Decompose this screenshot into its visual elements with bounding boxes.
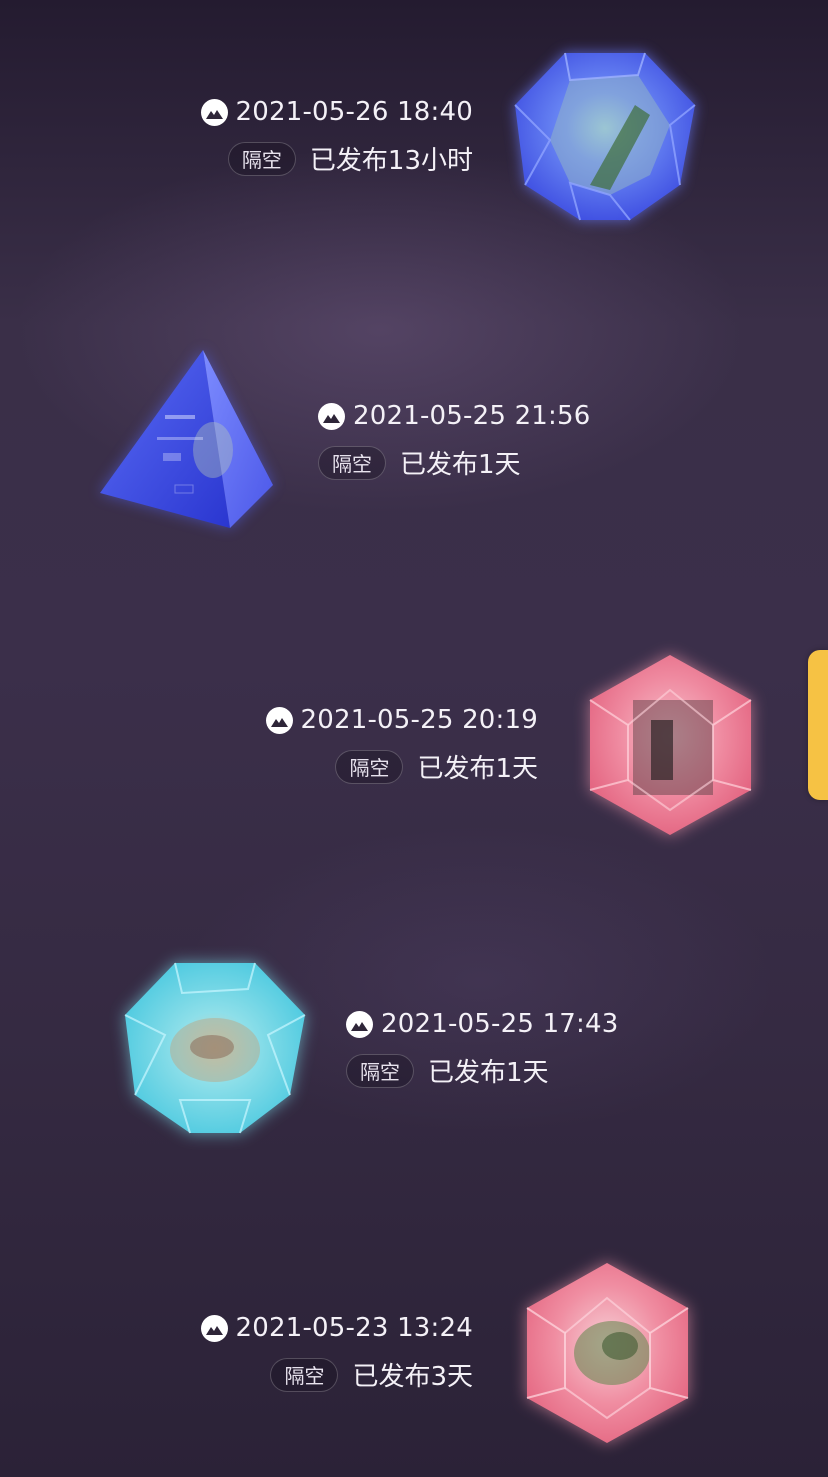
post-date-row: 2021-05-25 17:43 bbox=[346, 1006, 619, 1042]
post-entry-3[interactable]: 2021-05-25 20:19 隔空 已发布1天 bbox=[265, 702, 539, 785]
photo-icon bbox=[265, 706, 293, 734]
post-date: 2021-05-25 17:43 bbox=[381, 1009, 619, 1039]
photo-icon bbox=[318, 402, 345, 430]
post-meta-row: 隔空 已发布13小时 bbox=[227, 140, 473, 177]
post-entry-1[interactable]: 2021-05-26 18:40 隔空 已发布13小时 bbox=[200, 94, 474, 177]
post-meta-row: 隔空 已发布1天 bbox=[335, 748, 538, 785]
post-meta-row: 隔空 已发布1天 bbox=[346, 1052, 549, 1089]
post-date: 2021-05-25 20:19 bbox=[300, 705, 538, 735]
post-status: 已发布1天 bbox=[400, 450, 521, 480]
cyan-dodecahedron-crystal[interactable] bbox=[120, 955, 310, 1140]
post-status: 已发布3天 bbox=[352, 1362, 473, 1392]
post-date-row: 2021-05-23 13:24 bbox=[200, 1310, 474, 1346]
blue-pyramid-crystal[interactable] bbox=[95, 345, 280, 535]
side-drawer-handle[interactable] bbox=[808, 650, 828, 800]
post-tag: 隔空 bbox=[270, 1357, 339, 1392]
pink-hexagon-crystal[interactable] bbox=[520, 1258, 695, 1448]
post-meta-row: 隔空 已发布3天 bbox=[270, 1356, 473, 1393]
post-entry-5[interactable]: 2021-05-23 13:24 隔空 已发布3天 bbox=[200, 1310, 474, 1393]
photo-icon bbox=[200, 98, 228, 126]
post-status: 已发布13小时 bbox=[309, 146, 473, 176]
post-date: 2021-05-26 18:40 bbox=[235, 97, 473, 127]
post-meta-row: 隔空 已发布1天 bbox=[318, 444, 521, 481]
pink-hexagon-crystal[interactable] bbox=[583, 650, 758, 840]
photo-icon bbox=[346, 1010, 373, 1038]
post-date: 2021-05-23 13:24 bbox=[235, 1313, 473, 1343]
post-tag: 隔空 bbox=[318, 445, 386, 480]
post-tag: 隔空 bbox=[227, 141, 296, 176]
photo-icon bbox=[200, 1314, 228, 1342]
post-date: 2021-05-25 21:56 bbox=[353, 401, 591, 431]
post-status: 已发布1天 bbox=[417, 754, 538, 784]
post-status: 已发布1天 bbox=[428, 1058, 549, 1088]
post-date-row: 2021-05-25 20:19 bbox=[265, 702, 539, 738]
blue-dodecahedron-crystal[interactable] bbox=[510, 45, 700, 225]
post-entry-4[interactable]: 2021-05-25 17:43 隔空 已发布1天 bbox=[346, 1006, 619, 1089]
post-tag: 隔空 bbox=[335, 749, 404, 784]
post-tag: 隔空 bbox=[346, 1053, 414, 1088]
post-date-row: 2021-05-25 21:56 bbox=[318, 398, 591, 434]
post-entry-2[interactable]: 2021-05-25 21:56 隔空 已发布1天 bbox=[318, 398, 591, 481]
post-date-row: 2021-05-26 18:40 bbox=[200, 94, 474, 130]
